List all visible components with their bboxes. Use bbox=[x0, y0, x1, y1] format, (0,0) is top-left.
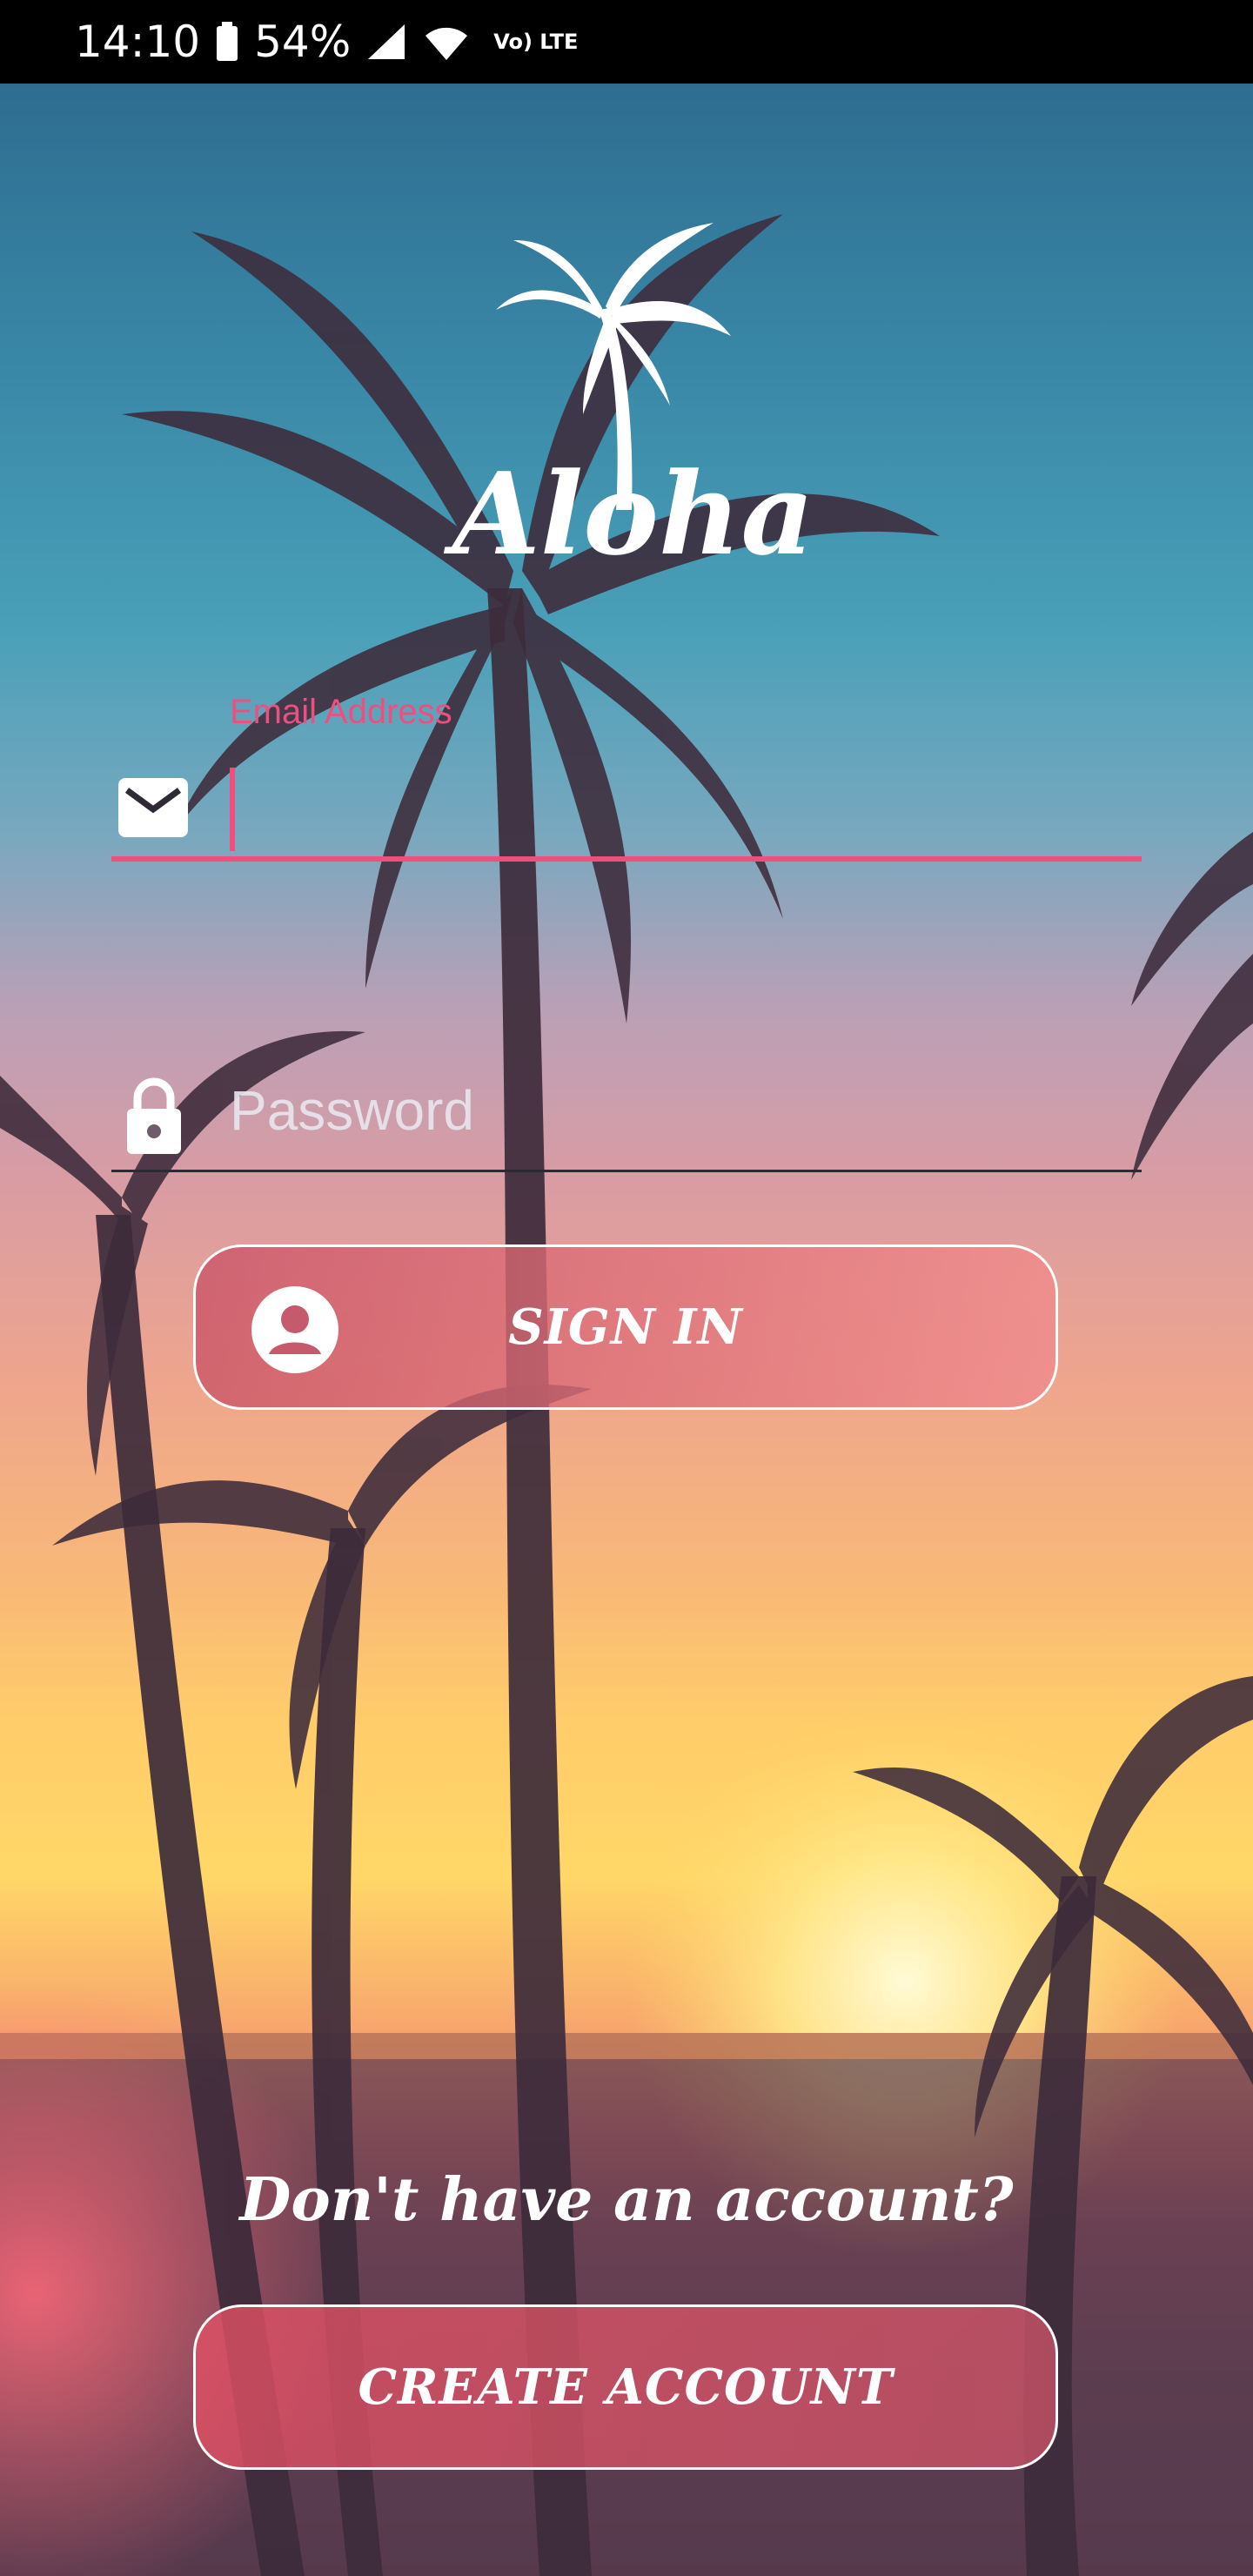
email-label: Email Address bbox=[230, 693, 452, 731]
text-cursor bbox=[230, 768, 235, 851]
battery-icon bbox=[216, 22, 238, 62]
brand-wordmark: Aloha bbox=[452, 447, 814, 580]
status-bar: 14:10 54% Vo) LTE bbox=[0, 0, 1253, 84]
password-input[interactable] bbox=[230, 1076, 1100, 1145]
battery-percent: 54% bbox=[254, 17, 352, 67]
email-field[interactable]: Email Address bbox=[111, 693, 1142, 954]
network-type: Vo) LTE bbox=[493, 30, 579, 54]
background-scene: Aloha Email Address SIGN IN Don't have a… bbox=[0, 84, 1253, 2576]
sign-in-label: SIGN IN bbox=[508, 1298, 743, 1356]
no-account-prompt: Don't have an account? bbox=[239, 2165, 1014, 2235]
create-account-label: CREATE ACCOUNT bbox=[358, 2358, 894, 2416]
password-field[interactable] bbox=[111, 989, 1142, 1197]
cell-signal-icon bbox=[366, 23, 406, 61]
status-time: 14:10 bbox=[75, 17, 201, 67]
account-circle-icon bbox=[251, 1286, 338, 1373]
sign-in-button[interactable]: SIGN IN bbox=[193, 1244, 1058, 1410]
lock-icon bbox=[127, 1077, 181, 1154]
password-underline bbox=[111, 1170, 1142, 1172]
wifi-icon bbox=[422, 22, 471, 62]
email-underline bbox=[111, 856, 1142, 862]
envelope-icon bbox=[118, 778, 188, 837]
create-account-button[interactable]: CREATE ACCOUNT bbox=[193, 2304, 1058, 2470]
